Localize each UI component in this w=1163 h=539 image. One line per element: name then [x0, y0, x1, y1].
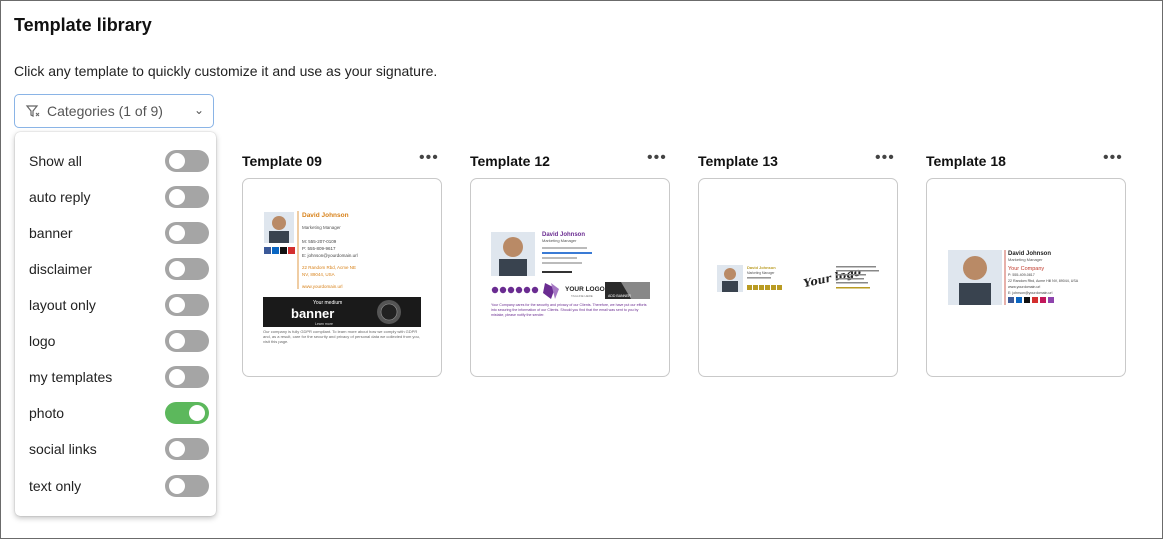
preview-logo-text: YOUR LOGO	[565, 286, 605, 293]
template-name: Template 12	[470, 153, 550, 169]
preview-banner-word: banner	[291, 306, 334, 321]
toggle-switch[interactable]	[165, 402, 209, 424]
category-label: disclaimer	[29, 261, 93, 277]
preview-title: Marketing Manager	[542, 238, 577, 243]
template-name: Template 13	[698, 153, 778, 169]
more-horizontal-icon[interactable]: •••	[419, 149, 439, 167]
page-title: Template library	[14, 15, 152, 35]
toggle-switch[interactable]	[165, 222, 209, 244]
preview-name: David Johnson	[302, 212, 349, 219]
category-text-only[interactable]: text only	[29, 474, 209, 498]
more-horizontal-icon[interactable]: •••	[875, 149, 895, 167]
template-library-panel: Template library Click any template to q…	[0, 0, 1163, 539]
toggle-knob	[169, 189, 185, 205]
template-card-13[interactable]: David Johnson Marketing Manager Your log…	[698, 178, 898, 377]
toggle-switch[interactable]	[165, 330, 209, 352]
categories-dropdown: Show all auto reply banner disclaimer la…	[15, 132, 216, 516]
toggle-switch[interactable]	[165, 294, 209, 316]
signature-preview: David Johnson Marketing Manager Your log…	[717, 265, 879, 292]
preview-phone: P: 555-409-0817	[1008, 273, 1035, 277]
more-horizontal-icon[interactable]: •••	[1103, 149, 1123, 167]
toggle-knob	[169, 369, 185, 385]
categories-filter-button[interactable]: Categories (1 of 9) ⌄	[14, 94, 214, 128]
preview-company: Your Company	[1008, 266, 1044, 272]
preview-logo-sub: TAGLINE HERE	[571, 294, 593, 298]
preview-website: www.yourdomain.url	[302, 284, 343, 289]
preview-address: 22 Random Rbd, Acme Hill NV, 89044, USA	[1008, 279, 1079, 283]
preview-website: www.yourdomain.url	[1008, 285, 1041, 289]
template-card-09[interactable]: David Johnson Marketing Manager M: 555-2…	[242, 178, 442, 377]
preview-phone-m: M: 555-207-0109	[302, 239, 337, 244]
category-photo[interactable]: photo	[29, 401, 209, 425]
category-label: layout only	[29, 297, 96, 313]
toggle-knob	[169, 441, 185, 457]
signature-preview: David Johnson Marketing Manager Your Com…	[948, 250, 1079, 305]
preview-email: E: johnson@yourdomain.url	[302, 253, 358, 258]
toggle-knob	[169, 261, 185, 277]
template-name: Template 09	[242, 153, 322, 169]
category-label: photo	[29, 405, 65, 421]
category-label: auto reply	[29, 189, 91, 205]
preview-logo-script: Your logo	[802, 265, 862, 290]
preview-name: David Johnson	[747, 265, 776, 270]
preview-disclaimer: Our company is fully GDPR compliant. To …	[263, 329, 420, 344]
preview-disclaimer: Your Company cares for the security and …	[491, 303, 647, 317]
filter-icon	[25, 105, 40, 117]
category-label: my templates	[29, 369, 113, 385]
toggle-knob	[169, 297, 185, 313]
category-my-templates[interactable]: my templates	[29, 365, 209, 389]
preview-title: Marketing Manager	[747, 271, 775, 275]
toggle-knob	[169, 225, 185, 241]
preview-email: E: johnson@yourdomain.url	[1008, 291, 1053, 295]
preview-address1: 22 Random Rbd, Acme NE	[302, 265, 356, 270]
template-card-18[interactable]: David Johnson Marketing Manager Your Com…	[926, 178, 1126, 377]
category-auto-reply[interactable]: auto reply	[29, 185, 209, 209]
chevron-down-icon[interactable]: ⌄	[194, 103, 204, 117]
toggle-switch[interactable]	[165, 475, 209, 497]
toggle-switch[interactable]	[165, 258, 209, 280]
preview-banner-link: Learn more	[315, 322, 333, 326]
signature-preview: David Johnson Marketing Manager YOUR LOG…	[491, 232, 650, 317]
toggle-switch[interactable]	[165, 186, 209, 208]
categories-filter-label: Categories (1 of 9)	[47, 103, 163, 119]
toggle-knob	[169, 153, 185, 169]
category-logo[interactable]: logo	[29, 329, 209, 353]
category-layout-only[interactable]: layout only	[29, 293, 209, 317]
signature-preview: David Johnson Marketing Manager M: 555-2…	[263, 211, 421, 344]
category-banner[interactable]: banner	[29, 221, 209, 245]
toggle-switch[interactable]	[165, 366, 209, 388]
category-social-links[interactable]: social links	[29, 437, 209, 461]
category-label: logo	[29, 333, 56, 349]
toggle-knob	[169, 333, 185, 349]
category-label: Show all	[29, 153, 82, 169]
more-horizontal-icon[interactable]: •••	[647, 149, 667, 167]
toggle-switch[interactable]	[165, 438, 209, 460]
toggle-switch[interactable]	[165, 150, 209, 172]
preview-title: Marketing Manager	[302, 225, 341, 230]
template-name: Template 18	[926, 153, 1006, 169]
preview-address2: NV, 89044, USA	[302, 272, 335, 277]
preview-phone-p: P: 555-809-9617	[302, 246, 336, 251]
category-disclaimer[interactable]: disclaimer	[29, 257, 209, 281]
category-show-all[interactable]: Show all	[29, 149, 209, 173]
toggle-knob	[169, 478, 185, 494]
page-subtitle: Click any template to quickly customize …	[14, 63, 438, 79]
toggle-knob	[189, 405, 205, 421]
preview-banner-text: ADD BANNER	[608, 294, 631, 298]
template-card-12[interactable]: David Johnson Marketing Manager YOUR LOG…	[470, 178, 670, 377]
category-label: banner	[29, 225, 73, 241]
preview-title: Marketing Manager	[1008, 257, 1043, 262]
category-label: text only	[29, 478, 82, 494]
category-label: social links	[29, 441, 97, 457]
